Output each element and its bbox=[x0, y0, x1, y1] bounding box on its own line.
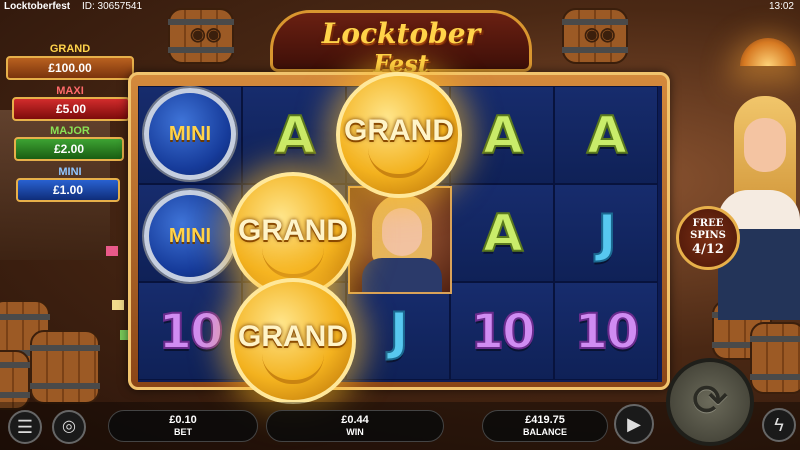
symbol-a: A bbox=[274, 105, 316, 167]
jackpot-maxi-label: MAXI bbox=[56, 85, 84, 97]
reel-cell: 10 bbox=[138, 282, 242, 380]
reel-cell: 10 bbox=[450, 282, 554, 380]
background-barrel bbox=[0, 350, 30, 410]
grand-coin-text: GRAND bbox=[344, 114, 454, 147]
free-spins-counter: FREE SPINS 4/12 bbox=[676, 206, 740, 270]
reel-cell: A bbox=[450, 86, 554, 184]
jackpot-grand-value: £100.00 bbox=[6, 56, 134, 80]
bet-value: £0.10 bbox=[169, 414, 197, 426]
reel-cell: A bbox=[554, 86, 658, 184]
jackpot-mini-label: MINI bbox=[58, 166, 82, 178]
free-spins-label-2: SPINS bbox=[690, 230, 726, 241]
host-face bbox=[744, 118, 786, 172]
mini-coin-symbol: MINI bbox=[144, 88, 236, 180]
title-barrel-left: ◉◉ bbox=[168, 8, 234, 64]
hanging-lamp bbox=[740, 38, 796, 66]
menu-icon: ☰ bbox=[16, 417, 34, 437]
background-barrel bbox=[750, 322, 800, 394]
portrait-face bbox=[382, 208, 422, 256]
win-display: £0.44 WIN bbox=[266, 410, 444, 442]
title-barrel-right: ◉◉ bbox=[562, 8, 628, 64]
portrait-dress bbox=[362, 258, 442, 292]
spin-button[interactable]: ⟳ bbox=[666, 358, 754, 446]
logo-line-1: Locktober bbox=[321, 17, 481, 50]
character-symbol bbox=[348, 186, 452, 294]
background-barrel bbox=[30, 330, 100, 404]
play-icon: ▶ bbox=[627, 414, 641, 434]
balance-value: £419.75 bbox=[525, 414, 565, 426]
win-value: £0.44 bbox=[341, 414, 369, 426]
clock: 13:02 bbox=[768, 1, 794, 12]
spin-arrows-icon: ⟳ bbox=[691, 376, 729, 425]
mini-coin-symbol: MINI bbox=[144, 190, 236, 282]
turbo-button[interactable]: ϟ bbox=[762, 408, 796, 442]
decor-note bbox=[106, 246, 118, 256]
jackpot-major-label: MAJOR bbox=[50, 125, 90, 137]
free-spins-count: 4/12 bbox=[692, 242, 724, 257]
reel-cell: J bbox=[554, 184, 658, 282]
jackpot-mini-value: £1.00 bbox=[16, 178, 120, 202]
host-character bbox=[700, 80, 800, 320]
grand-coin-text: GRAND bbox=[238, 214, 348, 247]
bet-settings-button[interactable]: ◎ bbox=[52, 410, 86, 444]
free-spins-label-1: FREE bbox=[692, 218, 724, 229]
win-label: WIN bbox=[346, 427, 364, 437]
bet-label: BET bbox=[174, 427, 192, 437]
balance-label: BALANCE bbox=[523, 427, 567, 437]
jackpot-major-value: £2.00 bbox=[14, 137, 124, 161]
menu-button[interactable]: ☰ bbox=[8, 410, 42, 444]
bet-display[interactable]: £0.10 BET bbox=[108, 410, 258, 442]
laurel-wreath bbox=[368, 148, 430, 178]
game-id: ID: 30657541 bbox=[82, 1, 143, 12]
autoplay-button[interactable]: ▶ bbox=[614, 404, 654, 444]
game-name: Locktoberfest bbox=[4, 1, 71, 12]
reel-cell: 10 bbox=[554, 282, 658, 380]
laurel-wreath bbox=[262, 248, 324, 278]
decor-note bbox=[112, 300, 124, 310]
reel-cell: A bbox=[450, 184, 554, 282]
symbol-a: A bbox=[482, 105, 524, 167]
barrel-face: ◉◉ bbox=[190, 24, 222, 44]
symbol-ten: 10 bbox=[470, 303, 537, 361]
grand-coin-symbol: GRAND bbox=[230, 278, 356, 404]
symbol-a: A bbox=[586, 105, 628, 167]
grand-coin-symbol: GRAND bbox=[336, 72, 462, 198]
symbol-ten: 10 bbox=[574, 303, 641, 361]
reel-cell: A bbox=[242, 86, 346, 184]
game-logo: Locktober Fest bbox=[270, 10, 532, 78]
jackpot-grand-label: GRAND bbox=[49, 43, 91, 55]
balance-display: £419.75 BALANCE bbox=[482, 410, 608, 442]
coin-stack-icon: ◎ bbox=[62, 418, 76, 435]
reel-cell: J bbox=[346, 282, 450, 380]
game-stage: Locktoberfest ID: 30657541 13:02 ◉◉ ◉◉ L… bbox=[0, 0, 800, 450]
symbol-ten: 10 bbox=[158, 303, 225, 361]
grand-coin-text: GRAND bbox=[238, 320, 348, 353]
lightning-icon: ϟ bbox=[774, 415, 784, 435]
laurel-wreath bbox=[262, 354, 324, 384]
symbol-j: J bbox=[596, 203, 617, 265]
barrel-face: ◉◉ bbox=[584, 24, 616, 44]
jackpot-maxi-value: £5.00 bbox=[12, 97, 130, 121]
symbol-a: A bbox=[482, 203, 524, 265]
symbol-j: J bbox=[388, 301, 409, 363]
